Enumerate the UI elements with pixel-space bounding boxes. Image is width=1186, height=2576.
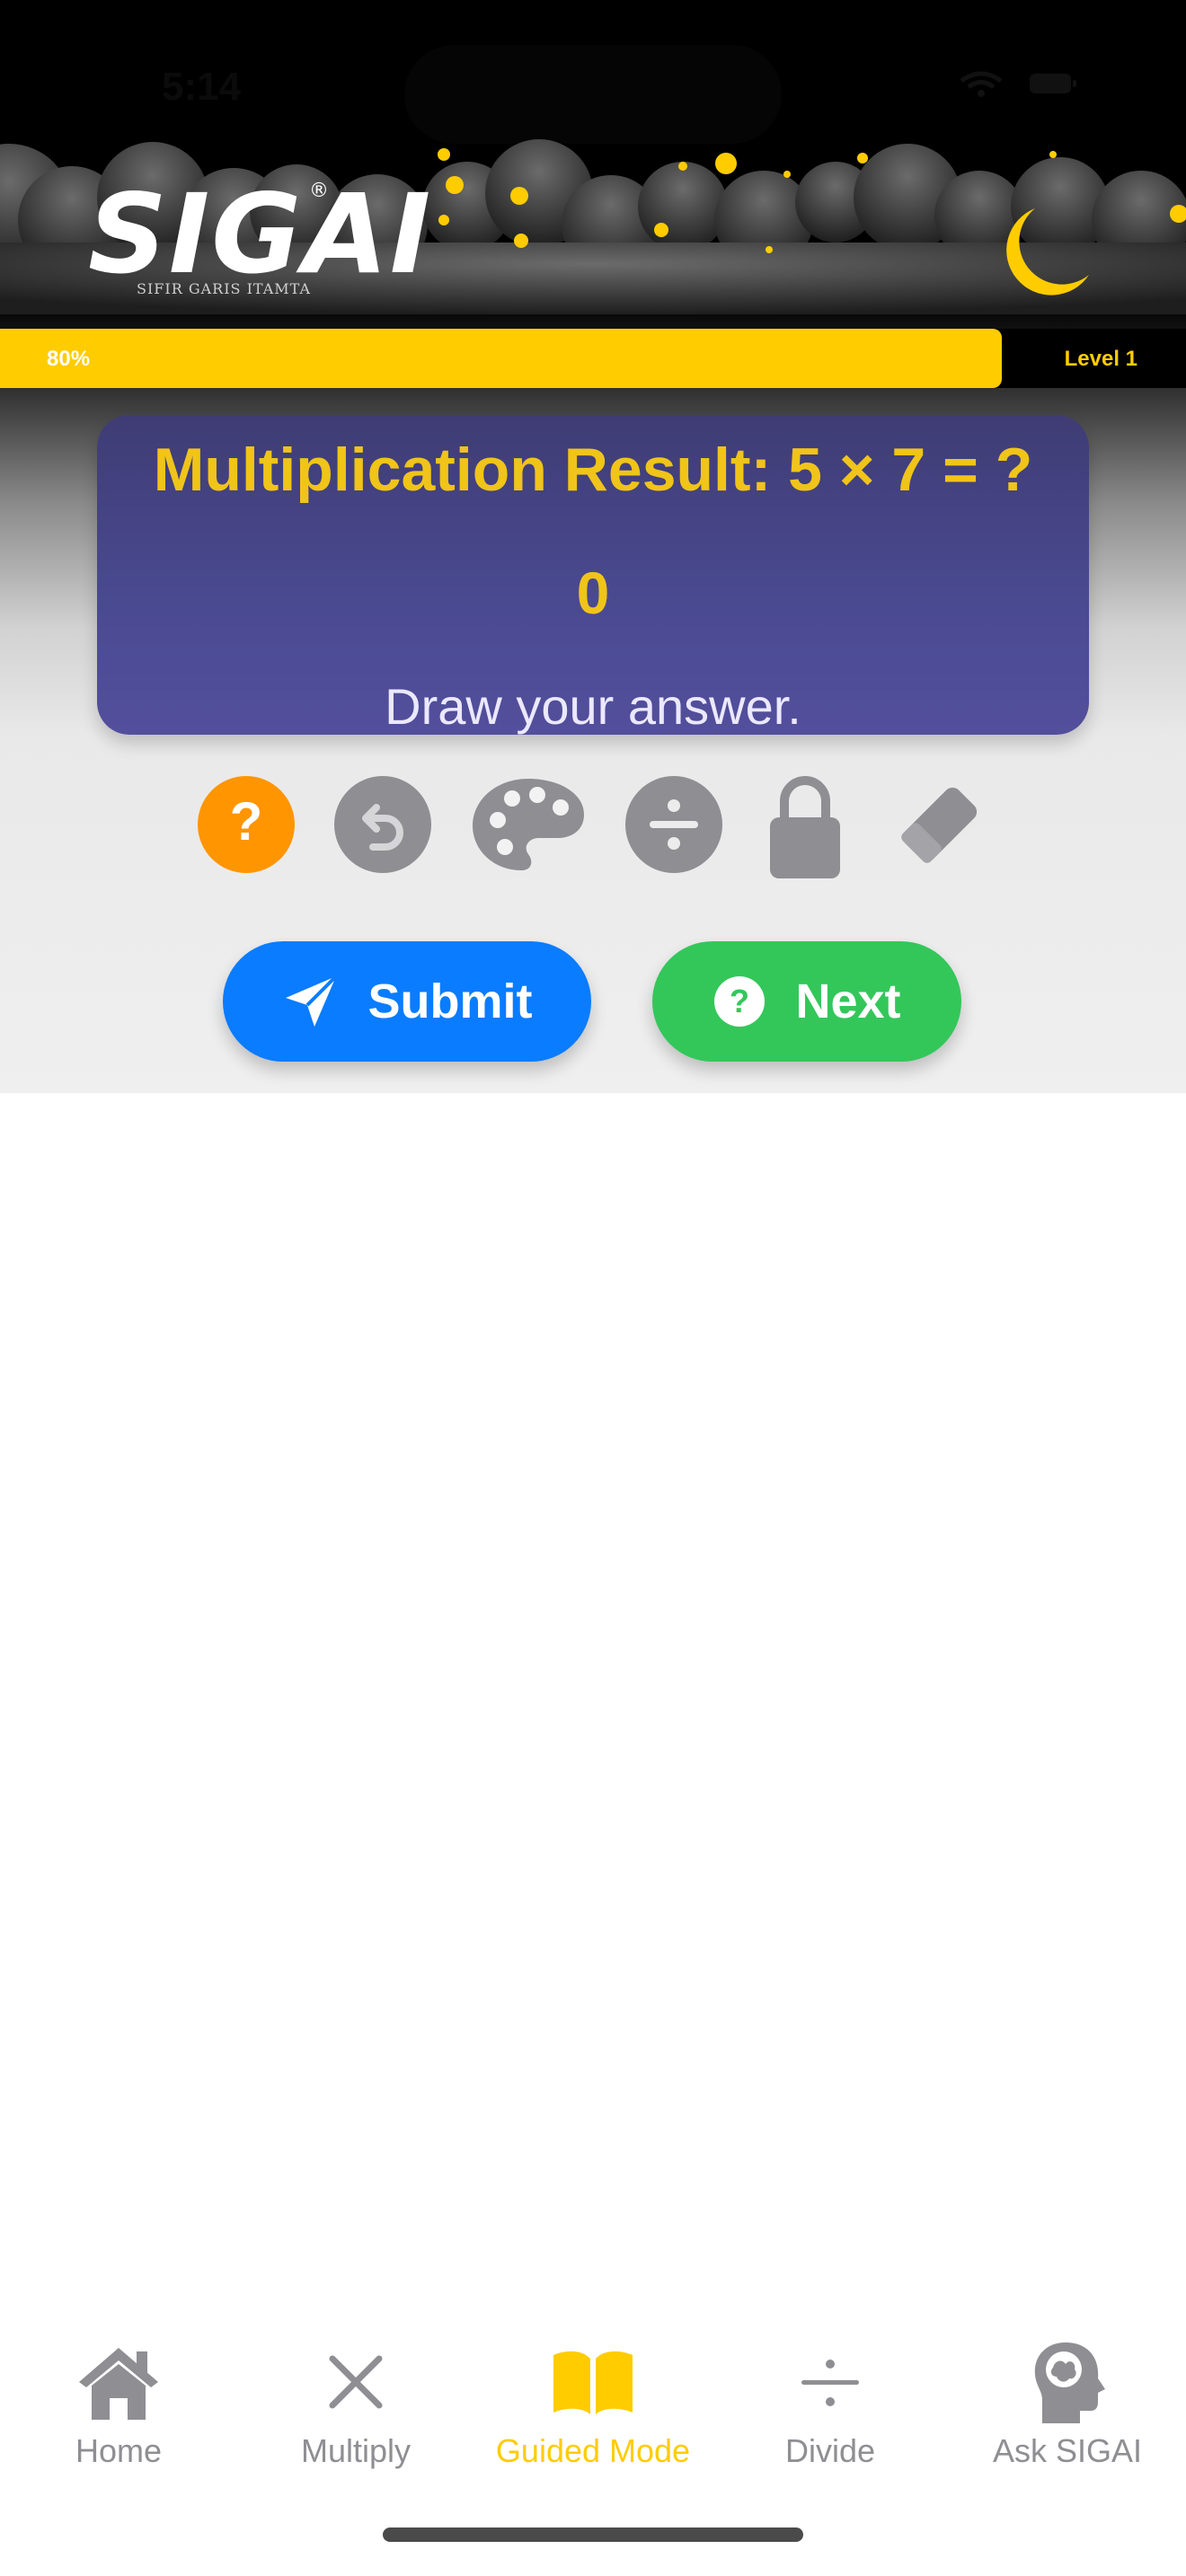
- header-area: 5:14 SIGAI ® SIFIR GARIS ITAMTA 80% Leve…: [0, 0, 1186, 1093]
- progress-fill: [0, 329, 1002, 388]
- eraser-icon: [901, 787, 978, 863]
- lock-button[interactable]: [755, 771, 855, 882]
- divide-icon: [625, 776, 722, 873]
- status-time: 5:14: [162, 65, 242, 109]
- next-button[interactable]: ? Next: [652, 941, 961, 1062]
- next-label: Next: [795, 975, 901, 1028]
- undo-button[interactable]: [332, 774, 433, 875]
- tab-divide[interactable]: Divide: [712, 2317, 949, 2479]
- divide-tool-button[interactable]: [624, 774, 724, 875]
- book-icon: [553, 2351, 633, 2414]
- brain-head-icon: [1034, 2342, 1105, 2423]
- instruction-text[interactable]: Draw your answer.: [97, 677, 1089, 736]
- tab-label-divide: Divide: [784, 2432, 876, 2469]
- logo-registered-mark: ®: [309, 180, 329, 202]
- tab-label-guided-mode: Guided Mode: [495, 2432, 691, 2469]
- tab-label-multiply: Multiply: [300, 2432, 412, 2469]
- tab-label-home: Home: [75, 2432, 163, 2469]
- progress-percent: 80%: [47, 347, 91, 371]
- tab-bar: Home Multiply Guided Mode Divide Ask SIG…: [0, 2317, 1186, 2479]
- progress-bar: 80% Level 1: [0, 329, 1186, 388]
- eraser-button[interactable]: [890, 774, 990, 875]
- palette-icon: [473, 779, 584, 870]
- lock-icon: [770, 776, 840, 878]
- status-icons: [956, 70, 1078, 97]
- drawing-canvas[interactable]: [0, 1093, 1186, 2315]
- palette-button[interactable]: [469, 774, 588, 875]
- hint-icon-label: ?: [229, 791, 263, 851]
- moon-icon[interactable]: [996, 205, 1094, 304]
- question-circle-icon: ?: [714, 976, 766, 1027]
- tab-label-ask-sigai: Ask SIGAI: [992, 2432, 1143, 2469]
- paper-plane-icon: [285, 975, 337, 1027]
- app-root: 5:14 SIGAI ® SIFIR GARIS ITAMTA 80% Leve…: [0, 0, 1186, 2576]
- drawing-toolbar: ?: [0, 774, 1186, 886]
- submit-button[interactable]: Submit: [223, 941, 591, 1062]
- tab-home[interactable]: Home: [0, 2317, 237, 2479]
- tab-ask-sigai[interactable]: Ask SIGAI: [949, 2317, 1186, 2479]
- home-icon: [79, 2348, 158, 2420]
- divide-icon: [801, 2360, 859, 2406]
- sigai-logo: SIGAI ® SIFIR GARIS ITAMTA: [88, 180, 430, 305]
- answer-value: 0: [576, 560, 610, 626]
- wifi-icon: [960, 71, 1003, 97]
- tab-guided-mode[interactable]: Guided Mode: [474, 2317, 712, 2479]
- question-card: Multiplication Result: 5 × 7 = ? 0 Draw …: [97, 415, 1089, 735]
- svg-text:?: ?: [730, 983, 749, 1019]
- dynamic-island: [404, 45, 782, 144]
- level-label: Level 1: [1064, 347, 1137, 371]
- question-text: Multiplication Result: 5 × 7 = ?: [153, 436, 1033, 504]
- logo-tagline: SIFIR GARIS ITAMTA: [137, 280, 311, 297]
- tab-multiply[interactable]: Multiply: [237, 2317, 474, 2479]
- home-indicator[interactable]: [383, 2527, 803, 2542]
- undo-icon: [334, 776, 431, 873]
- logo-wordmark: SIGAI: [88, 171, 433, 298]
- submit-label: Submit: [367, 975, 533, 1028]
- multiply-icon: [329, 2355, 383, 2409]
- battery-icon: [1030, 74, 1076, 93]
- hint-button[interactable]: ?: [196, 774, 296, 875]
